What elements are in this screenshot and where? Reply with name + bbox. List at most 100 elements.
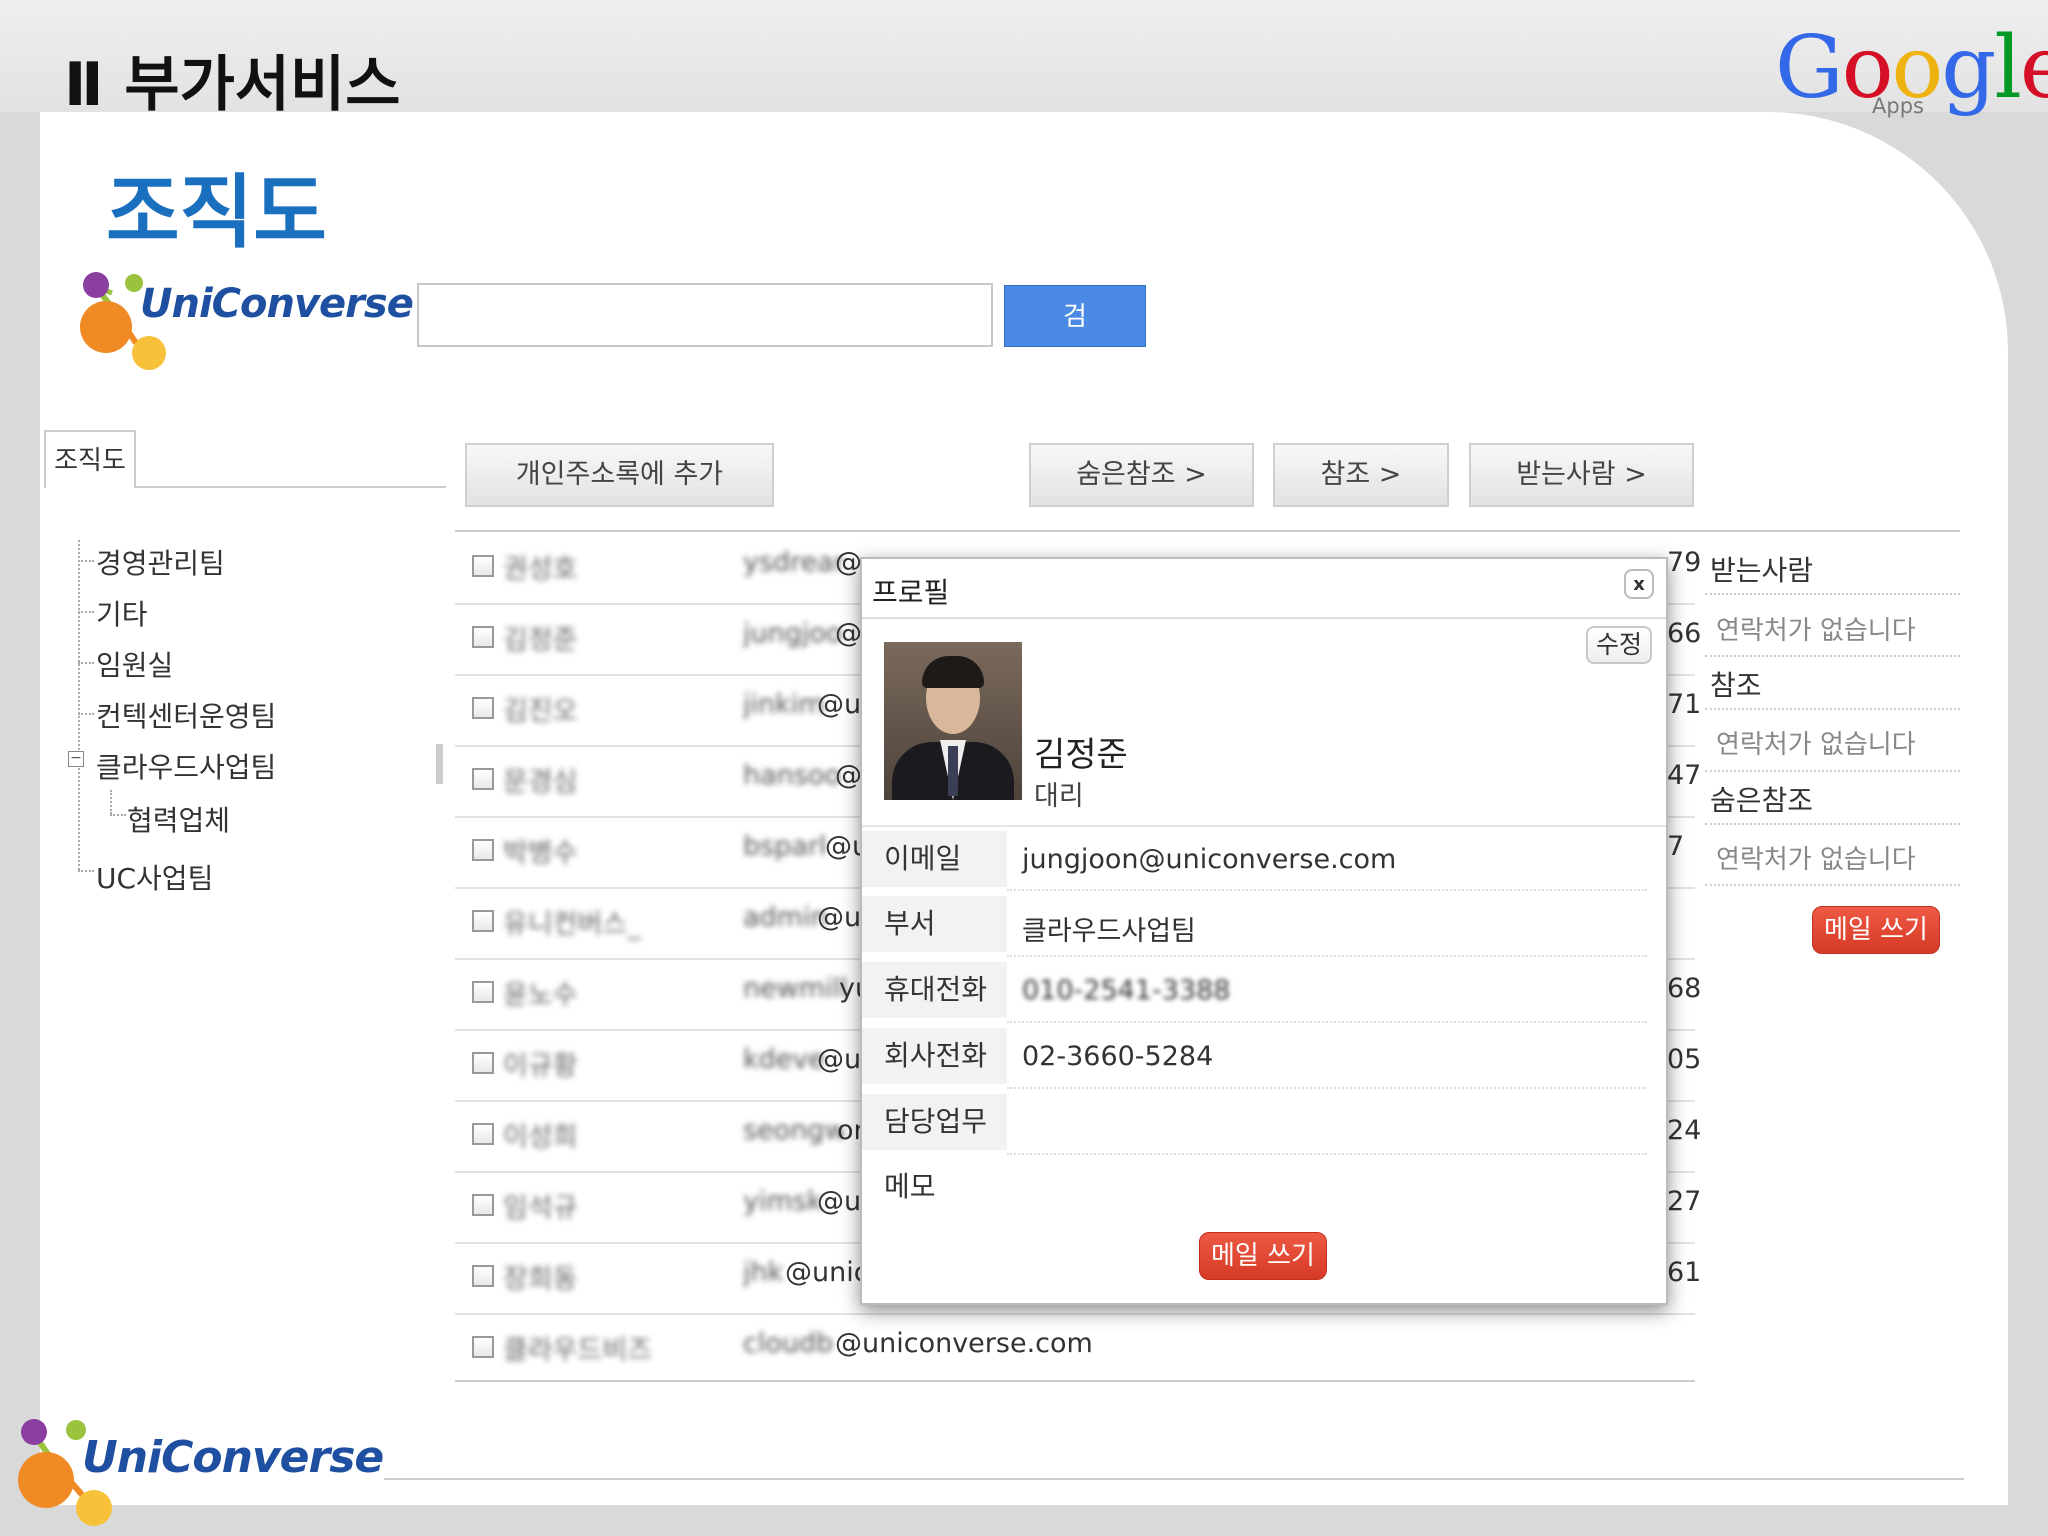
footer-divider	[384, 1478, 1964, 1480]
search-button[interactable]: 검	[1004, 285, 1146, 347]
divider	[1705, 823, 1960, 825]
tree-connector	[110, 814, 126, 816]
tree-connector	[78, 713, 94, 715]
contact-phone-suffix: 27	[1667, 1186, 1702, 1217]
tree-item[interactable]: 클라우드사업팀	[96, 746, 276, 786]
contact-email-hidden: kdever	[743, 1044, 825, 1075]
divider	[1007, 1021, 1647, 1023]
compose-mail-button[interactable]: 메일 쓰기	[1812, 906, 1940, 954]
contact-phone-suffix: 24	[1667, 1115, 1702, 1146]
tree-connector	[78, 560, 94, 562]
uniconverse-logo: UniConverse	[74, 265, 414, 375]
search-input[interactable]	[417, 283, 993, 347]
field-label-duties: 담당업무	[862, 1094, 1007, 1150]
tree-item[interactable]: 컨텍센터운영팀	[96, 695, 276, 735]
tab-org-chart[interactable]: 조직도	[44, 430, 136, 488]
contact-name: 권성호	[503, 554, 578, 585]
profile-photo	[884, 642, 1022, 800]
field-label-mobile: 휴대전화	[862, 962, 1007, 1018]
contact-email-hidden: yimsk	[743, 1186, 823, 1217]
contact-email: @uniconverse.com	[835, 1328, 1093, 1359]
tree-item[interactable]: 협력업체	[127, 799, 230, 839]
contact-phone-suffix: 7	[1667, 831, 1685, 862]
photo-hair	[922, 656, 984, 688]
google-apps-label: Apps	[1872, 94, 1924, 118]
add-bcc-button[interactable]: 숨은참조 >	[1029, 443, 1254, 507]
popup-header: 프로필 x	[862, 559, 1666, 619]
contact-name: 임석규	[503, 1193, 578, 1224]
tree-item[interactable]: 기타	[96, 593, 148, 633]
tree-connector	[78, 662, 94, 664]
add-to-button[interactable]: 받는사람 >	[1469, 443, 1694, 507]
divider	[1007, 955, 1647, 957]
row-checkbox[interactable]	[472, 1265, 494, 1287]
divider	[1705, 655, 1960, 657]
table-row[interactable]: 클라우드비즈 cloudbiz @uniconverse.com	[455, 1314, 1695, 1384]
contact-email-hidden: newmille	[743, 973, 848, 1004]
field-value-office-phone: 02-3660-5284	[1022, 1041, 1214, 1072]
list-divider	[455, 530, 1960, 532]
tree-connector	[110, 790, 112, 814]
field-label-memo: 메모	[862, 1159, 1007, 1215]
contact-phone-suffix: 71	[1667, 689, 1702, 720]
divider	[1007, 1153, 1647, 1155]
edit-button[interactable]: 수정	[1586, 626, 1652, 664]
contact-phone-suffix: 47	[1667, 760, 1702, 791]
bcc-empty-text: 연락처가 없습니다	[1716, 845, 1916, 875]
bcc-label: 숨은참조	[1710, 784, 1814, 817]
list-divider	[455, 1380, 1695, 1382]
contact-email: @	[835, 760, 862, 791]
row-checkbox[interactable]	[472, 1123, 494, 1145]
google-apps-logo: Google Apps	[1775, 18, 2048, 128]
row-checkbox[interactable]	[472, 768, 494, 790]
row-checkbox[interactable]	[472, 910, 494, 932]
photo-tie	[948, 746, 958, 796]
divider	[862, 825, 1666, 827]
field-value-email[interactable]: jungjoon@uniconverse.com	[1022, 844, 1396, 875]
tree-item[interactable]: 임원실	[96, 644, 173, 684]
profile-compose-mail-button[interactable]: 메일 쓰기	[1199, 1232, 1327, 1280]
profile-popup: 프로필 x 수정 김정준 대리 이메일 jungjoon@uniconverse…	[860, 557, 1668, 1305]
row-checkbox[interactable]	[472, 555, 494, 577]
contact-name: 장희동	[503, 1264, 578, 1295]
row-checkbox[interactable]	[472, 1336, 494, 1358]
contact-name: 이규황	[503, 1051, 578, 1082]
profile-name: 김정준	[1034, 735, 1128, 775]
row-checkbox[interactable]	[472, 626, 494, 648]
sidebar-scrollbar[interactable]	[436, 744, 443, 784]
row-checkbox[interactable]	[472, 839, 494, 861]
add-to-contacts-button[interactable]: 개인주소록에 추가	[465, 443, 774, 507]
row-checkbox[interactable]	[472, 1194, 494, 1216]
section-title: Ⅱ 부가서비스	[64, 50, 401, 120]
row-checkbox[interactable]	[472, 1052, 494, 1074]
field-label-office-phone: 회사전화	[862, 1028, 1007, 1084]
row-checkbox[interactable]	[472, 981, 494, 1003]
tree-item[interactable]: 경영관리팀	[96, 542, 225, 582]
to-empty-text: 연락처가 없습니다	[1716, 616, 1916, 646]
page-title: 조직도	[106, 166, 327, 259]
contact-email-hidden: bspark	[743, 831, 825, 862]
contact-email-hidden: jungjoon	[743, 618, 843, 649]
contact-phone-suffix: 79	[1667, 547, 1702, 578]
add-cc-button[interactable]: 참조 >	[1273, 443, 1449, 507]
close-button[interactable]: x	[1624, 569, 1654, 599]
row-checkbox[interactable]	[472, 697, 494, 719]
divider	[1007, 1087, 1647, 1089]
contact-email-hidden: admin	[743, 902, 825, 933]
uniconverse-footer-logo: UniConverse	[10, 1412, 384, 1530]
field-value-department: 클라우드사업팀	[1022, 916, 1196, 947]
collapse-toggle-icon[interactable]: −	[68, 751, 84, 767]
divider	[1705, 593, 1960, 595]
contact-email: @	[835, 618, 862, 649]
divider	[1705, 708, 1960, 710]
contact-email-hidden: hansoon	[743, 760, 843, 791]
divider	[1007, 889, 1647, 891]
tree-item[interactable]: UC사업팀	[96, 857, 213, 897]
contact-name: 윤노수	[503, 980, 578, 1011]
field-label-department: 부서	[862, 896, 1007, 952]
contact-email-hidden: jinkim	[743, 689, 825, 720]
contact-email-hidden: seongwon	[743, 1115, 843, 1146]
cc-label: 참조	[1710, 669, 1762, 702]
contact-name: 유니컨버스_	[503, 909, 641, 940]
contact-name: 김진오	[503, 696, 578, 727]
